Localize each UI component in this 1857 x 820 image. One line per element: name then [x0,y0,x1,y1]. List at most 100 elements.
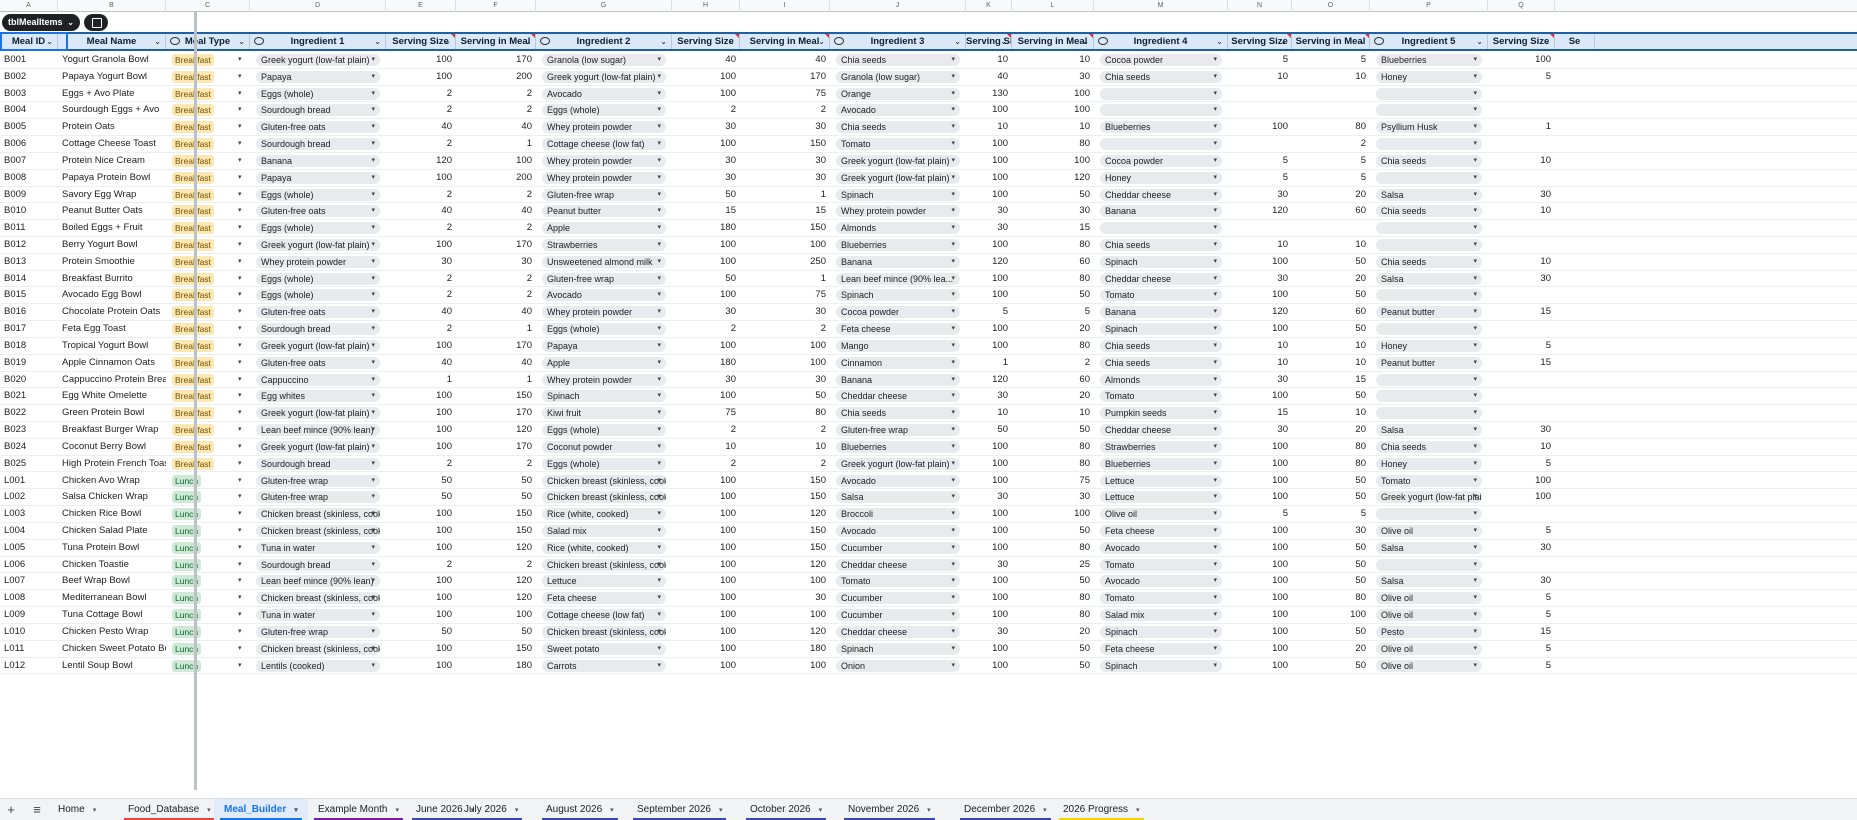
serving-value-cell[interactable]: 100 [386,388,456,405]
serving-value-cell[interactable]: 100 [386,69,456,86]
serving-value-cell[interactable]: 5 [1292,153,1370,170]
serving-value-cell[interactable]: 60 [1292,203,1370,220]
meal-name-cell[interactable]: Apple Cinnamon Oats [58,355,166,372]
serving-value-cell[interactable]: 5 [1488,658,1555,675]
meal-type-chip[interactable]: Breakfast [172,407,214,420]
chevron-down-icon[interactable]: ▾ [238,136,242,153]
spreadsheet-grid[interactable]: ABCDEFGHIJKLMNOPQ tblMealItems ⌄ Meal ID… [0,0,1857,790]
meal-name-cell[interactable]: Eggs + Avo Plate [58,86,166,103]
column-header[interactable]: Serving Size⌄ [1488,34,1555,49]
serving-value-cell[interactable]: 20 [1292,422,1370,439]
serving-value-cell[interactable]: 150 [740,489,830,506]
serving-value-cell[interactable]: 15 [1488,355,1555,372]
serving-value-cell[interactable]: 2 [1292,136,1370,153]
serving-value-cell[interactable]: 2 [456,287,536,304]
meal-id-cell[interactable]: B011 [0,220,58,237]
meal-name-cell[interactable]: Tuna Cottage Bowl [58,607,166,624]
serving-value-cell[interactable]: 100 [456,607,536,624]
ingredient-dropdown[interactable]: Gluten-free wrap ▾ [836,424,960,437]
ingredient-dropdown[interactable]: Chicken breast (skinless, cooked)▾ [256,524,380,537]
ingredient-dropdown[interactable]: Chia seeds ▾ [1100,339,1222,352]
ingredient-dropdown[interactable]: Kiwi fruit ▾ [542,407,666,420]
meal-type-chip[interactable]: Breakfast [172,289,214,302]
ingredient-dropdown[interactable]: Spinach ▾ [542,390,666,403]
ingredient-dropdown[interactable]: Chia seeds ▾ [1100,356,1222,369]
serving-value-cell[interactable]: 30 [1228,187,1292,204]
sheet-tab[interactable]: Food_Database ▾ [118,799,221,820]
serving-value-cell[interactable]: 100 [966,506,1012,523]
serving-value-cell[interactable]: 1 [740,271,830,288]
ingredient-dropdown[interactable]: Spinach ▾ [1100,659,1222,672]
column-visibility-icon[interactable] [540,37,550,45]
serving-value-cell[interactable]: 150 [456,506,536,523]
ingredient-dropdown[interactable]: Gluten-free oats ▾ [256,205,380,218]
ingredient-dropdown[interactable]: Banana ▾ [1100,205,1222,218]
ingredient-dropdown[interactable]: Whey protein powder ▾ [542,306,666,319]
serving-value-cell[interactable]: 1 [966,355,1012,372]
ingredient-dropdown[interactable]: Salsa ▾ [1376,188,1482,201]
serving-value-cell[interactable]: 50 [1292,658,1370,675]
serving-value-cell[interactable] [1488,557,1555,574]
serving-value-cell[interactable] [1292,220,1370,237]
sheet-tab[interactable]: November 2026 ▾ [838,799,941,820]
ingredient-dropdown[interactable]: Greek yogurt (low-fat plain) ▾ [836,171,960,184]
ingredient-dropdown[interactable]: Granola (low sugar) ▾ [542,54,666,66]
ingredient-dropdown[interactable]: Cinnamon ▾ [836,356,960,369]
ingredient-dropdown[interactable]: Peanut butter ▾ [1376,306,1482,319]
meal-type-chip[interactable]: Breakfast [172,222,214,235]
serving-value-cell[interactable]: 50 [456,489,536,506]
serving-value-cell[interactable]: 40 [386,203,456,220]
meal-name-cell[interactable]: Green Protein Bowl [58,405,166,422]
ingredient-dropdown[interactable]: Eggs (whole) ▾ [256,272,380,285]
ingredient-dropdown[interactable]: Greek yogurt (low-fat plain) ▾ [256,440,380,453]
serving-value-cell[interactable]: 100 [966,439,1012,456]
serving-value-cell[interactable]: 100 [386,338,456,355]
ingredient-dropdown[interactable]: Avocado ▾ [542,289,666,302]
serving-value-cell[interactable]: 100 [1228,489,1292,506]
column-visibility-icon[interactable] [1098,37,1108,45]
serving-value-cell[interactable]: 40 [672,52,740,69]
serving-value-cell[interactable]: 50 [386,624,456,641]
ingredient-dropdown[interactable]: ▾ [1376,323,1482,336]
ingredient-dropdown[interactable]: Blueberries ▾ [1100,121,1222,134]
serving-value-cell[interactable]: 100 [386,573,456,590]
serving-value-cell[interactable]: 50 [740,388,830,405]
serving-value-cell[interactable]: 100 [1228,287,1292,304]
column-letter-a[interactable]: A [0,0,58,12]
chevron-down-icon[interactable]: ▾ [238,456,242,473]
serving-value-cell[interactable]: 100 [966,641,1012,658]
meal-id-cell[interactable]: B002 [0,69,58,86]
serving-value-cell[interactable]: 120 [1228,304,1292,321]
column-header[interactable]: Ingredient 4 ⌄ [1094,34,1228,49]
ingredient-dropdown[interactable]: Cheddar cheese ▾ [1100,188,1222,201]
serving-value-cell[interactable]: 100 [966,271,1012,288]
serving-value-cell[interactable]: 75 [740,287,830,304]
meal-name-cell[interactable]: Avocado Egg Bowl [58,287,166,304]
serving-value-cell[interactable] [1488,321,1555,338]
meal-name-cell[interactable]: Savory Egg Wrap [58,187,166,204]
serving-value-cell[interactable] [1488,237,1555,254]
serving-value-cell[interactable]: 40 [966,69,1012,86]
serving-value-cell[interactable]: 50 [386,473,456,490]
ingredient-dropdown[interactable]: Gluten-free oats ▾ [256,306,380,319]
serving-value-cell[interactable]: 100 [966,170,1012,187]
serving-value-cell[interactable]: 100 [386,439,456,456]
meal-id-cell[interactable]: B018 [0,338,58,355]
serving-value-cell[interactable]: 2 [386,271,456,288]
serving-value-cell[interactable]: 80 [1012,271,1094,288]
serving-value-cell[interactable]: 2 [386,321,456,338]
ingredient-dropdown[interactable]: Cappuccino ▾ [256,373,380,386]
ingredient-dropdown[interactable]: Greek yogurt (low-fat plain) ▾ [256,54,380,66]
ingredient-dropdown[interactable]: Eggs (whole) ▾ [542,424,666,437]
serving-value-cell[interactable]: 80 [1012,136,1094,153]
column-visibility-icon[interactable] [834,37,844,45]
serving-value-cell[interactable]: 100 [386,523,456,540]
chevron-down-icon[interactable]: ▾ [238,220,242,237]
serving-value-cell[interactable]: 120 [966,372,1012,389]
ingredient-dropdown[interactable]: Spinach ▾ [836,188,960,201]
serving-value-cell[interactable]: 100 [740,355,830,372]
ingredient-dropdown[interactable]: Spinach ▾ [1100,323,1222,336]
ingredient-dropdown[interactable]: Eggs (whole) ▾ [256,222,380,235]
meal-id-cell[interactable]: L001 [0,473,58,490]
serving-value-cell[interactable]: 120 [456,590,536,607]
